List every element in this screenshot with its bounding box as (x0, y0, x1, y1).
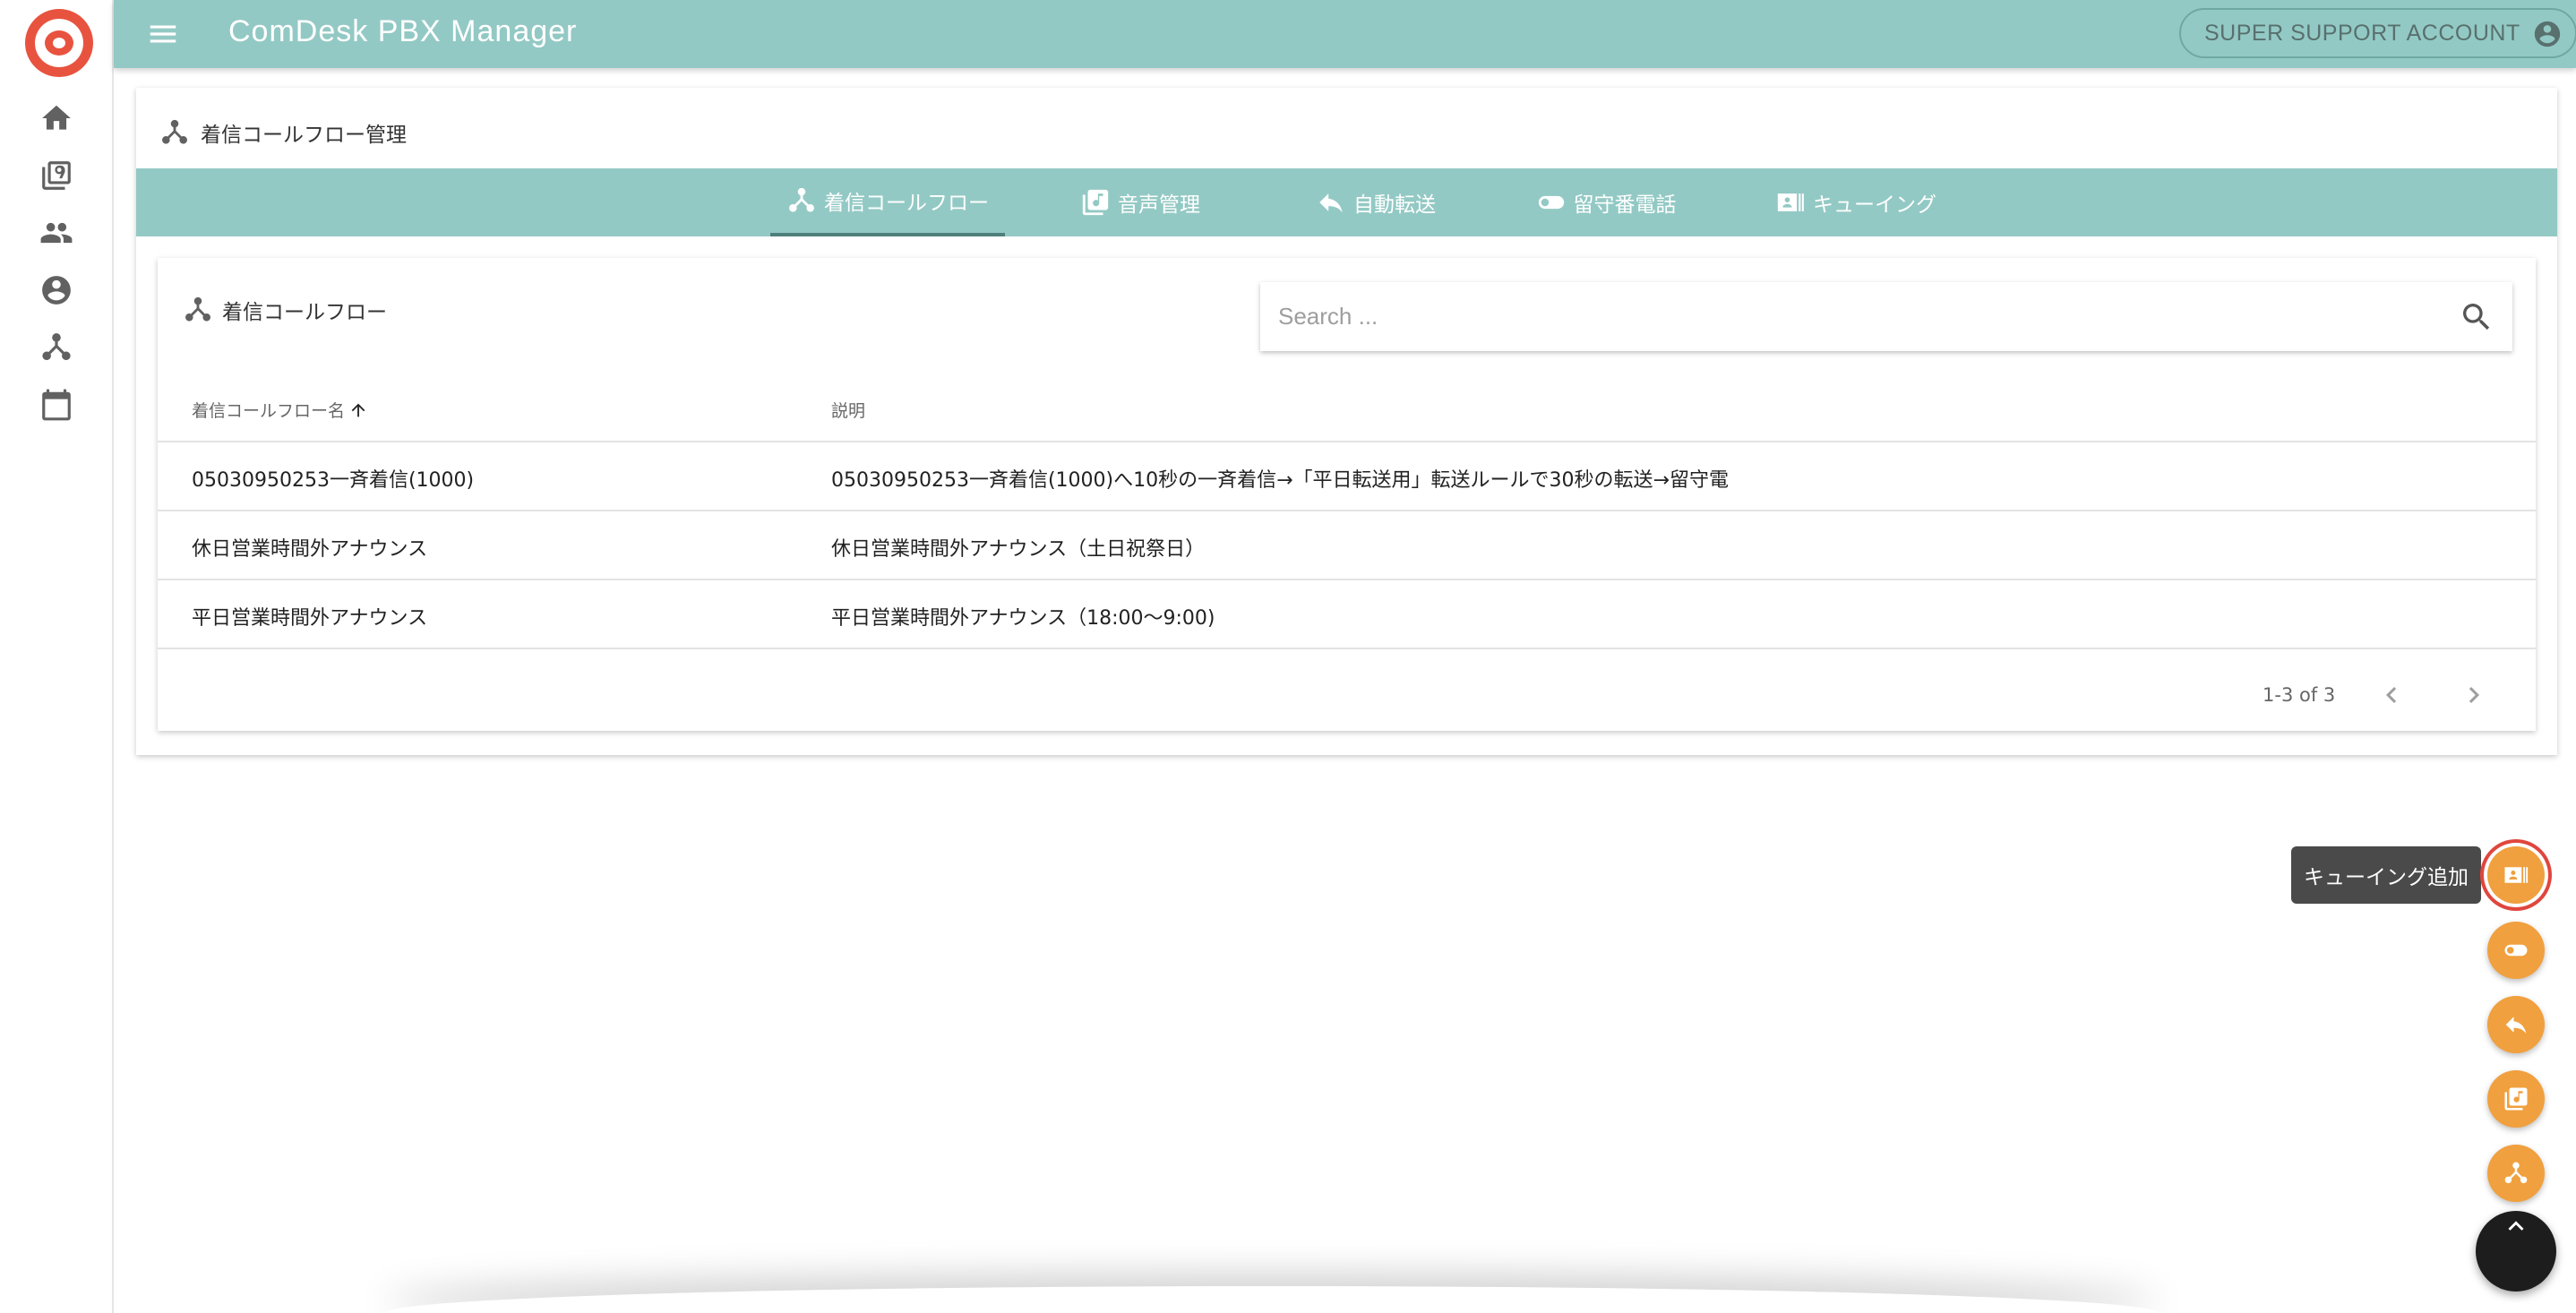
toggle-icon (2504, 944, 2528, 957)
reply-icon (2505, 1017, 2527, 1034)
home-icon (42, 105, 71, 130)
queue-card-icon (2504, 867, 2529, 883)
app-title: ComDesk PBX Manager (228, 14, 578, 48)
call-flow-table: 着信コールフロー名 説明 05030950253一斉着信(1000) 05030… (158, 373, 2536, 649)
phonebook-icon (42, 161, 71, 190)
queue-card-icon (1777, 193, 1804, 211)
overlay-shadow (385, 1286, 2159, 1313)
pagination: 1-3 of 3 (158, 659, 2536, 731)
calendar-icon (42, 389, 71, 421)
column-header-description[interactable]: 説明 (831, 398, 865, 422)
left-nav-rail (0, 0, 114, 1313)
table-header: 着信コールフロー名 説明 (158, 373, 2536, 442)
search-input[interactable] (1278, 294, 2434, 339)
avatar (2532, 19, 2563, 49)
add-voicemail-button[interactable] (2487, 922, 2545, 979)
menu-button[interactable] (146, 17, 180, 51)
call-flow-icon (2504, 1162, 2528, 1184)
speed-dial-toggle-button[interactable] (2476, 1211, 2556, 1292)
list-title: 着信コールフロー (222, 301, 387, 324)
pagination-range: 1-3 of 3 (2263, 684, 2336, 706)
chevron-up-icon (2508, 1221, 2524, 1231)
search-field (1260, 282, 2512, 351)
chevron-left-icon (2386, 687, 2397, 703)
add-auto-forward-button[interactable] (2487, 996, 2545, 1053)
nav-users[interactable] (36, 212, 77, 253)
main-card: 着信コールフロー管理 着信コールフロー 音声管理 自動転送 留守番電話 キューイ… (136, 88, 2557, 755)
audio-library-icon (1082, 189, 1109, 216)
tab-voicemail[interactable]: 留守番電話 (1498, 168, 1714, 236)
column-header-label: 着信コールフロー名 (192, 401, 346, 421)
previous-page-button[interactable] (2375, 679, 2408, 711)
nav-phonebook[interactable] (36, 155, 77, 196)
add-call-flow-button[interactable] (2487, 1145, 2545, 1202)
toggle-icon (1538, 195, 1564, 210)
nav-call-flow[interactable] (36, 327, 77, 368)
table-row[interactable]: 平日営業時間外アナウンス 平日営業時間外アナウンス（18:00〜9:00) (158, 580, 2536, 649)
table-row[interactable]: 休日営業時間外アナウンス 休日営業時間外アナウンス（土日祝祭日） (158, 511, 2536, 580)
account-menu-button[interactable]: SUPER SUPPORT ACCOUNT (2179, 8, 2576, 58)
tab-label: キューイング (1813, 193, 1936, 217)
people-icon (40, 222, 73, 244)
account-label: SUPER SUPPORT ACCOUNT (2204, 20, 2520, 46)
call-flow-icon (42, 333, 71, 361)
tab-label: 自動転送 (1353, 193, 1436, 217)
list-header: 着信コールフロー (183, 292, 387, 328)
page-title: 着信コールフロー管理 (201, 124, 407, 147)
next-page-button[interactable] (2458, 679, 2490, 711)
cell-description: 平日営業時間外アナウンス（18:00〜9:00) (831, 607, 1215, 630)
call-flow-icon (185, 296, 210, 322)
sort-ascending-icon (351, 403, 365, 416)
column-header-label: 説明 (831, 401, 866, 421)
cell-name: 平日営業時間外アナウンス (192, 607, 428, 630)
search-button[interactable] (2459, 299, 2494, 335)
cell-name: 05030950253一斉着信(1000) (192, 469, 475, 492)
reply-icon (1319, 193, 1343, 213)
nav-calendar[interactable] (36, 384, 77, 425)
comdesk-logo[interactable] (23, 7, 95, 79)
search-icon (2463, 304, 2490, 330)
account-circle-icon (42, 276, 71, 305)
app-bar: ComDesk PBX Manager SUPER SUPPORT ACCOUN… (114, 0, 2576, 68)
call-flow-list-card: 着信コールフロー 着信コールフロー名 説明 05030950253一斉着信(10… (158, 258, 2536, 731)
add-queueing-button[interactable] (2487, 846, 2545, 904)
tab-label: 着信コールフロー (824, 192, 989, 215)
chevron-right-icon (2469, 687, 2479, 703)
cell-name: 休日営業時間外アナウンス (192, 538, 428, 561)
tab-call-flow[interactable]: 着信コールフロー (770, 168, 1005, 236)
table-row[interactable]: 05030950253一斉着信(1000) 05030950253一斉着信(10… (158, 442, 2536, 511)
cell-description: 05030950253一斉着信(1000)へ10秒の一斉着信→「平日転送用」転送… (831, 469, 1729, 492)
tab-label: 留守番電話 (1573, 193, 1677, 217)
nav-account[interactable] (36, 270, 77, 311)
call-flow-icon (789, 187, 814, 212)
add-audio-button[interactable] (2487, 1070, 2545, 1128)
speed-dial-tooltip: キューイング追加 (2291, 846, 2481, 904)
tab-audio[interactable]: 音声管理 (1046, 168, 1234, 236)
cell-description: 休日営業時間外アナウンス（土日祝祭日） (831, 538, 1206, 561)
column-header-name[interactable]: 着信コールフロー名 (192, 398, 368, 422)
call-flow-icon (162, 119, 187, 144)
tab-label: 音声管理 (1118, 193, 1200, 217)
tab-auto-forward[interactable]: 自動転送 (1272, 168, 1480, 236)
nav-home[interactable] (36, 98, 77, 139)
tab-bar: 着信コールフロー 音声管理 自動転送 留守番電話 キューイング (136, 168, 2557, 236)
audio-library-icon (2504, 1087, 2528, 1111)
hamburger-menu-icon (150, 25, 176, 43)
account-circle-icon (2534, 21, 2561, 47)
tab-queueing[interactable]: キューイング (1722, 168, 1990, 236)
page-header: 着信コールフロー管理 (159, 115, 407, 150)
